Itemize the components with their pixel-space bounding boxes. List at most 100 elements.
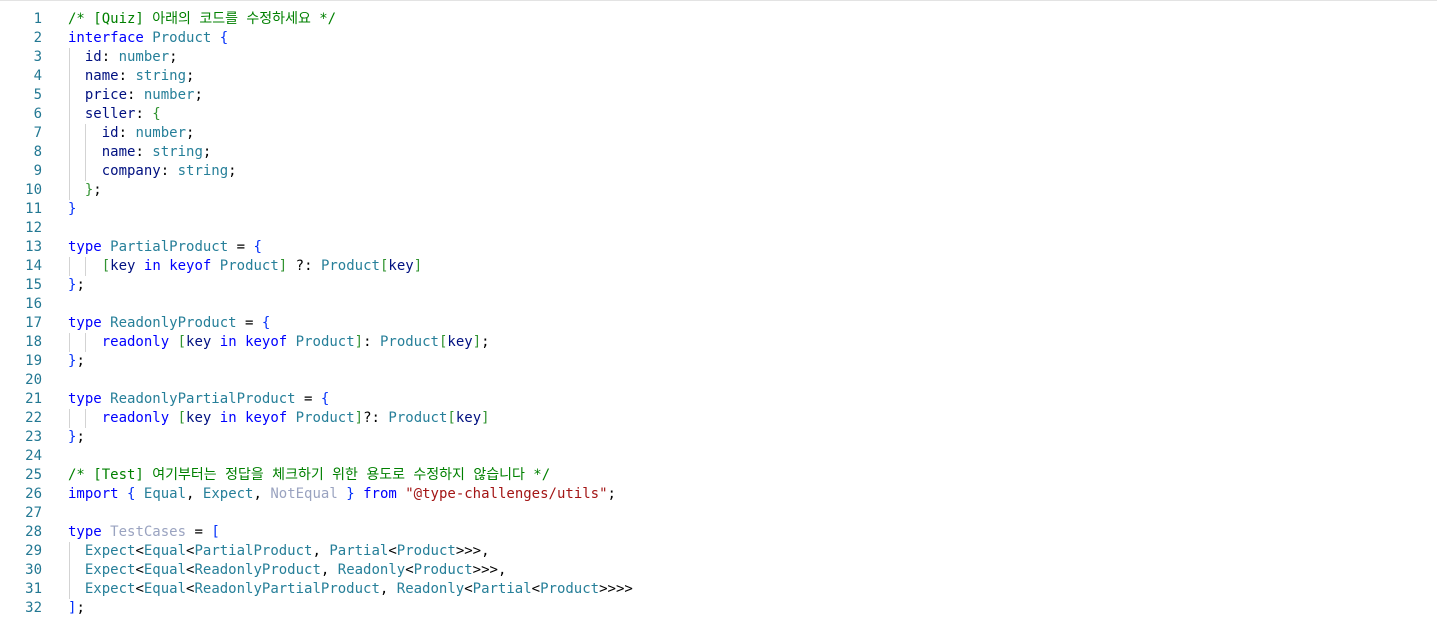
line-number: 16	[25, 296, 42, 312]
code-line[interactable]: 13 type PartialProduct = {	[0, 238, 1437, 257]
code-line[interactable]: 21 type ReadonlyPartialProduct = {	[0, 390, 1437, 409]
code-line[interactable]: 12	[0, 219, 1437, 238]
code-content: type ReadonlyPartialProduct = {	[68, 390, 329, 409]
code-token: readonly	[101, 334, 170, 350]
code-line[interactable]: 10 };	[0, 181, 1437, 200]
line-number: 24	[25, 448, 42, 464]
code-token: ]	[278, 258, 288, 274]
code-line[interactable]: 26 import { Equal, Expect, NotEqual } fro…	[0, 485, 1437, 504]
code-token: Equal	[143, 543, 187, 559]
code-token: ;	[93, 182, 102, 198]
code-token: >>>	[472, 562, 498, 578]
code-token: =	[236, 315, 262, 331]
line-number: 14	[25, 258, 42, 274]
line-number: 13	[25, 239, 42, 255]
code-line[interactable]: 5 price: number;	[0, 86, 1437, 105]
code-line[interactable]: 14 [key in keyof Product] ?: Product[key…	[0, 257, 1437, 276]
line-number: 28	[25, 524, 42, 540]
code-token: ;	[76, 600, 85, 616]
code-content: };	[68, 276, 85, 295]
code-token: from	[363, 486, 397, 502]
code-token: keyof	[245, 334, 288, 350]
code-token: ;	[607, 486, 616, 502]
code-line[interactable]: 3 id: number;	[0, 48, 1437, 67]
code-token: name	[101, 144, 136, 160]
code-editor[interactable]: 1 /* [Quiz] 아래의 코드를 수정하세요 */ 2 interface Pr…	[0, 10, 1437, 618]
code-token: in	[219, 410, 237, 426]
code-line[interactable]: 22 readonly [key in keyof Product]?: Pro…	[0, 409, 1437, 428]
code-token: ;	[186, 125, 195, 141]
code-token: ;	[481, 334, 490, 350]
code-token: Product	[320, 258, 380, 274]
code-token: name	[84, 68, 119, 84]
code-line[interactable]: 4 name: string;	[0, 67, 1437, 86]
code-token: <	[135, 543, 144, 559]
code-token: ;	[76, 277, 85, 293]
code-line[interactable]: 9 company: string;	[0, 162, 1437, 181]
code-content: interface Product {	[68, 29, 228, 48]
code-token: :	[363, 334, 380, 350]
code-token: import	[68, 486, 119, 502]
code-token: key	[186, 410, 212, 426]
code-token: ,	[253, 486, 271, 502]
code-token: keyof	[169, 258, 212, 274]
code-line[interactable]: 8 name: string;	[0, 143, 1437, 162]
line-number: 29	[25, 543, 42, 559]
editor-top-border	[0, 0, 1437, 1]
line-number: 23	[25, 429, 42, 445]
code-token: Expect	[84, 581, 136, 597]
code-line[interactable]: 16	[0, 295, 1437, 314]
code-line[interactable]: 19};	[0, 352, 1437, 371]
code-token: string	[135, 68, 187, 84]
code-line[interactable]: 2 interface Product {	[0, 29, 1437, 48]
code-token: {	[320, 391, 330, 407]
code-token: =	[186, 524, 212, 540]
code-content: type ReadonlyProduct = {	[68, 314, 270, 333]
code-line[interactable]: 25 /* [Test] 여기부터는 정답을 체크하기 위한 용도로 수정하지 않…	[0, 466, 1437, 485]
code-line[interactable]: 24	[0, 447, 1437, 466]
code-content: };	[68, 181, 102, 200]
code-token: ReadonlyProduct	[194, 562, 321, 578]
code-line[interactable]: 29 Expect<Equal<PartialProduct, Partial<…	[0, 542, 1437, 561]
code-line[interactable]: 1 /* [Quiz] 아래의 코드를 수정하세요 */	[0, 10, 1437, 29]
code-line[interactable]: 6 seller: {	[0, 105, 1437, 124]
line-number: 26	[25, 486, 42, 502]
code-line[interactable]: 11}	[0, 200, 1437, 219]
code-line[interactable]: 32];	[0, 599, 1437, 618]
code-line[interactable]: 20	[0, 371, 1437, 390]
code-line[interactable]: 28 type TestCases = [	[0, 523, 1437, 542]
code-token: {	[261, 315, 271, 331]
code-token: {	[152, 106, 161, 122]
code-token: Product	[540, 581, 600, 597]
code-content: readonly [key in keyof Product]: Product…	[68, 333, 490, 352]
code-line[interactable]: 17 type ReadonlyProduct = {	[0, 314, 1437, 333]
line-number: 25	[25, 467, 42, 483]
line-number: 4	[33, 68, 42, 84]
code-token: {	[219, 30, 229, 46]
code-token: Equal	[143, 581, 187, 597]
code-line[interactable]: 27	[0, 504, 1437, 523]
code-line[interactable]: 7 id: number;	[0, 124, 1437, 143]
line-number: 7	[33, 125, 42, 141]
code-line[interactable]: 18 readonly [key in keyof Product]: Prod…	[0, 333, 1437, 352]
code-line[interactable]: 31 Expect<Equal<ReadonlyPartialProduct, …	[0, 580, 1437, 599]
code-token: <	[405, 562, 414, 578]
code-line[interactable]: 23};	[0, 428, 1437, 447]
code-token: <	[135, 581, 144, 597]
code-line[interactable]: 30 Expect<Equal<ReadonlyProduct, Readonl…	[0, 561, 1437, 580]
code-token: PartialProduct	[110, 239, 229, 255]
code-content: type PartialProduct = {	[68, 238, 262, 257]
code-line[interactable]: 15};	[0, 276, 1437, 295]
code-token: ,	[186, 486, 203, 502]
